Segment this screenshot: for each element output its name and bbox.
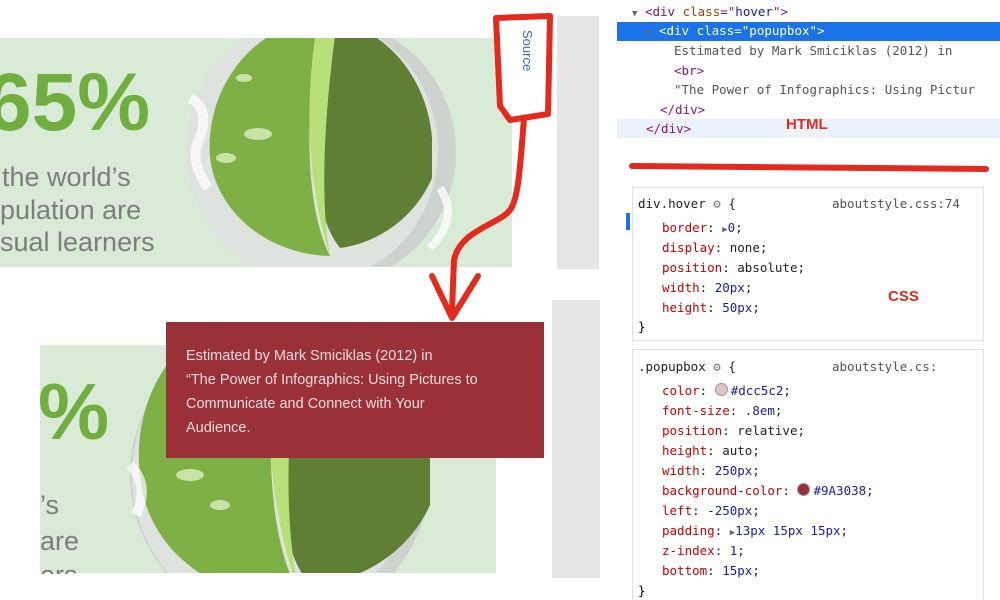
gear-icon[interactable]: ⚙ bbox=[713, 196, 721, 211]
dom-node-br[interactable]: <br> bbox=[674, 61, 704, 81]
dom-node-div-popupbox[interactable]: ▼ <div class="popupbox"> bbox=[646, 21, 825, 41]
rule2-source-link[interactable]: aboutstyle.cs: bbox=[832, 357, 937, 377]
rule2-prop-background-color[interactable]: background-color: #9A3038; bbox=[662, 481, 874, 501]
rule1-header: div.hover ⚙ { bbox=[638, 196, 736, 211]
css-annotation-label: CSS bbox=[888, 288, 919, 305]
bottom-percent: % bbox=[38, 367, 110, 456]
rule2-prop-left[interactable]: left: -250px; bbox=[662, 501, 760, 521]
rule-edit-marker bbox=[626, 213, 630, 230]
rule2-prop-font-size[interactable]: font-size: .8em; bbox=[662, 401, 782, 421]
rule1-prop-height[interactable]: height: 50px; bbox=[662, 298, 760, 318]
html-annotation-label: HTML bbox=[786, 116, 828, 133]
popup-line-2: “The Power of Infographics: Using Pictur… bbox=[186, 372, 478, 388]
dom-text-node-1[interactable]: Estimated by Mark Smiciklas (2012) in bbox=[674, 41, 952, 61]
scroll-track-top bbox=[557, 16, 599, 269]
rule2-prop-z-index[interactable]: z-index: 1; bbox=[662, 541, 745, 561]
rule2-prop-padding[interactable]: padding: ▶13px 15px 15px; bbox=[662, 521, 848, 541]
scroll-track-bottom bbox=[552, 300, 600, 578]
gear-icon[interactable]: ⚙ bbox=[713, 359, 721, 374]
rule1-prop-position[interactable]: position: absolute; bbox=[662, 258, 805, 278]
red-divider-annotation bbox=[629, 163, 989, 172]
source-popup: Estimated by Mark Smiciklas (2012) in “T… bbox=[166, 322, 544, 458]
dom-text-node-2[interactable]: "The Power of Infographics: Using Pictur bbox=[674, 80, 975, 100]
rule2-prop-color[interactable]: color: #dcc5c2; bbox=[662, 381, 791, 401]
rule1-prop-width[interactable]: width: 20px; bbox=[662, 278, 752, 298]
bottom-caption-line-3: ers bbox=[40, 562, 78, 574]
popup-line-4: Audience. bbox=[186, 420, 251, 436]
popup-line-3: Communicate and Connect with Your bbox=[186, 396, 425, 412]
expand-triangle-icon[interactable]: ▼ bbox=[632, 9, 637, 19]
top-caption-line-2: pulation are bbox=[0, 195, 142, 225]
rule1-source-link[interactable]: aboutstyle.css:74 bbox=[832, 194, 960, 214]
color-swatch-icon[interactable] bbox=[797, 483, 811, 496]
rule2-prop-width[interactable]: width: 250px; bbox=[662, 461, 760, 481]
top-caption-line-1: the world’s bbox=[2, 162, 131, 192]
rule2-prop-position[interactable]: position: relative; bbox=[662, 421, 805, 441]
top-caption-line-3: sual learners bbox=[0, 227, 155, 257]
dom-close-popupbox[interactable]: </div> bbox=[660, 100, 705, 120]
top-percent: 65% bbox=[0, 57, 151, 148]
dom-node-div-hover[interactable]: ▼ <div class="hover"> bbox=[632, 2, 788, 22]
rule2-close-brace: } bbox=[638, 583, 646, 598]
rule2-prop-height[interactable]: height: auto; bbox=[662, 441, 760, 461]
bottom-caption-line-1: ’s bbox=[40, 490, 60, 520]
rule2-header: .popupbox ⚙ { bbox=[638, 359, 736, 374]
expand-triangle-icon[interactable]: ▼ bbox=[646, 28, 651, 38]
rule1-prop-border[interactable]: border: ▶0; bbox=[662, 218, 743, 238]
dom-close-hover[interactable]: </div> bbox=[646, 119, 691, 139]
rule2-prop-bottom[interactable]: bottom: 15px; bbox=[662, 561, 760, 581]
color-swatch-icon[interactable] bbox=[714, 383, 728, 396]
bottom-caption-line-2: are bbox=[40, 526, 80, 556]
red-arrow-annotation bbox=[429, 13, 553, 321]
popup-line-1: Estimated by Mark Smiciklas (2012) in bbox=[186, 348, 433, 364]
rule1-close-brace: } bbox=[638, 319, 646, 334]
rule1-prop-display[interactable]: display: none; bbox=[662, 238, 767, 258]
